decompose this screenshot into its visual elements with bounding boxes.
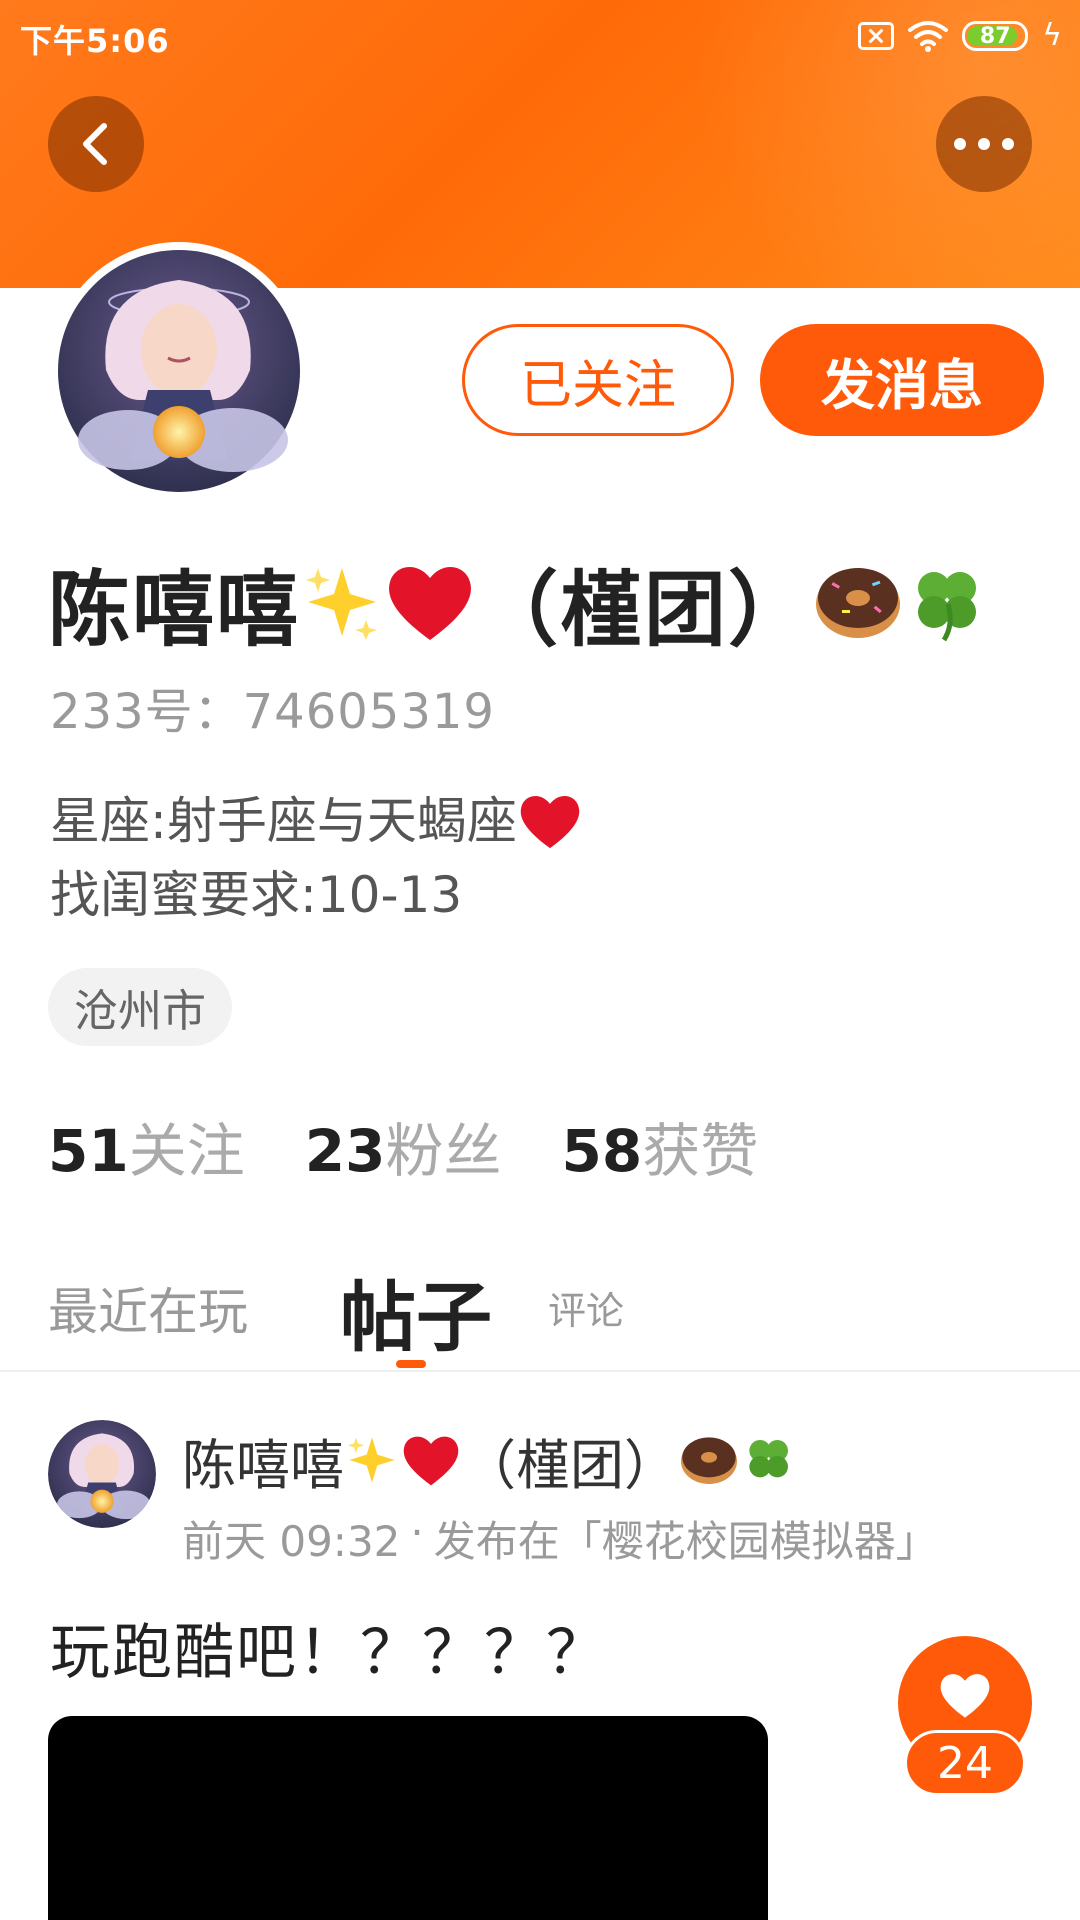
doughnut-icon: [816, 568, 901, 638]
sparkles-icon: [306, 568, 378, 640]
battery-percentage: 87: [979, 23, 1011, 49]
tab-posts[interactable]: 帖子: [340, 1256, 492, 1366]
post-media-video[interactable]: [48, 1716, 768, 1920]
post-time: 前天 09:32: [182, 1517, 401, 1566]
send-message-button[interactable]: 发消息: [760, 324, 1044, 436]
battery-icon: 87: [962, 21, 1029, 51]
avatar-image: [48, 1420, 156, 1528]
profile-name: 陈嘻嘻 （槿团）: [48, 552, 988, 658]
status-icons: 87 ϟ: [858, 18, 1062, 54]
red-heart-icon: [389, 566, 471, 640]
post-author-name[interactable]: 陈嘻嘻 （槿团）: [182, 1424, 796, 1497]
red-heart-icon: [403, 1436, 459, 1486]
user-id: 233号：74605319: [50, 684, 495, 740]
post-author-suffix: （槿团）: [462, 1433, 678, 1497]
doughnut-icon: [681, 1437, 737, 1484]
four-leaf-clover-icon: [749, 1440, 788, 1478]
status-time: 下午5:06: [20, 22, 170, 60]
status-bar: 下午5:06 87 ϟ: [0, 0, 1080, 72]
followed-button[interactable]: 已关注: [462, 324, 734, 436]
post-author-avatar[interactable]: [48, 1420, 156, 1528]
four-leaf-clover-icon: [918, 572, 977, 642]
profile-bio: 星座:射手座与天蝎座 找闺蜜要求:10-13: [50, 784, 583, 932]
stat-fans[interactable]: 23粉丝: [305, 1104, 502, 1188]
heart-icon: [940, 1674, 990, 1718]
chevron-left-icon: [83, 123, 107, 165]
post-meta-separator: ·: [410, 1508, 424, 1557]
post-meta: 前天 09:32 · 发布在「樱花校园模拟器」: [182, 1508, 938, 1569]
likes-label: 获赞: [642, 1117, 759, 1185]
fans-count: 23: [304, 1117, 386, 1185]
more-button[interactable]: [936, 96, 1032, 192]
sim-error-icon: [858, 22, 895, 50]
stat-following[interactable]: 51关注: [48, 1104, 245, 1188]
sparkles-icon: [348, 1437, 395, 1483]
bio-line-constellation: 星座:射手座与天蝎座: [50, 792, 517, 850]
following-label: 关注: [128, 1117, 245, 1185]
back-button[interactable]: [48, 96, 144, 192]
avatar-image: [58, 250, 300, 492]
bio-line-requirement: 找闺蜜要求:10-13: [50, 866, 463, 924]
fans-label: 粉丝: [385, 1117, 502, 1185]
post-author-text: 陈嘻嘻: [182, 1433, 344, 1497]
post-title[interactable]: 玩跑酷吧！？？？？: [50, 1604, 608, 1691]
like-count: 24: [904, 1730, 1026, 1796]
red-heart-icon: [520, 795, 580, 849]
likes-count: 58: [561, 1117, 643, 1185]
profile-stats: 51关注 23粉丝 58获赞: [48, 1104, 758, 1188]
profile-name-suffix: （槿团）: [476, 562, 813, 658]
tab-recently-played[interactable]: 最近在玩: [48, 1272, 248, 1344]
tab-comments[interactable]: 评论: [548, 1280, 624, 1335]
wifi-icon: [908, 21, 949, 52]
stat-likes[interactable]: 58获赞: [561, 1104, 758, 1188]
profile-tabs: 最近在玩 帖子 评论: [0, 1248, 1080, 1372]
active-tab-indicator: [396, 1360, 426, 1368]
following-count: 51: [48, 1117, 129, 1185]
post-published-in[interactable]: 发布在「樱花校园模拟器」: [434, 1508, 938, 1569]
profile-name-text: 陈嘻嘻: [48, 562, 301, 658]
profile-avatar[interactable]: [50, 242, 308, 500]
more-dots-icon: [954, 138, 1014, 150]
charging-bolt-icon: ϟ: [1042, 18, 1062, 53]
location-tag: 沧州市: [48, 968, 232, 1046]
